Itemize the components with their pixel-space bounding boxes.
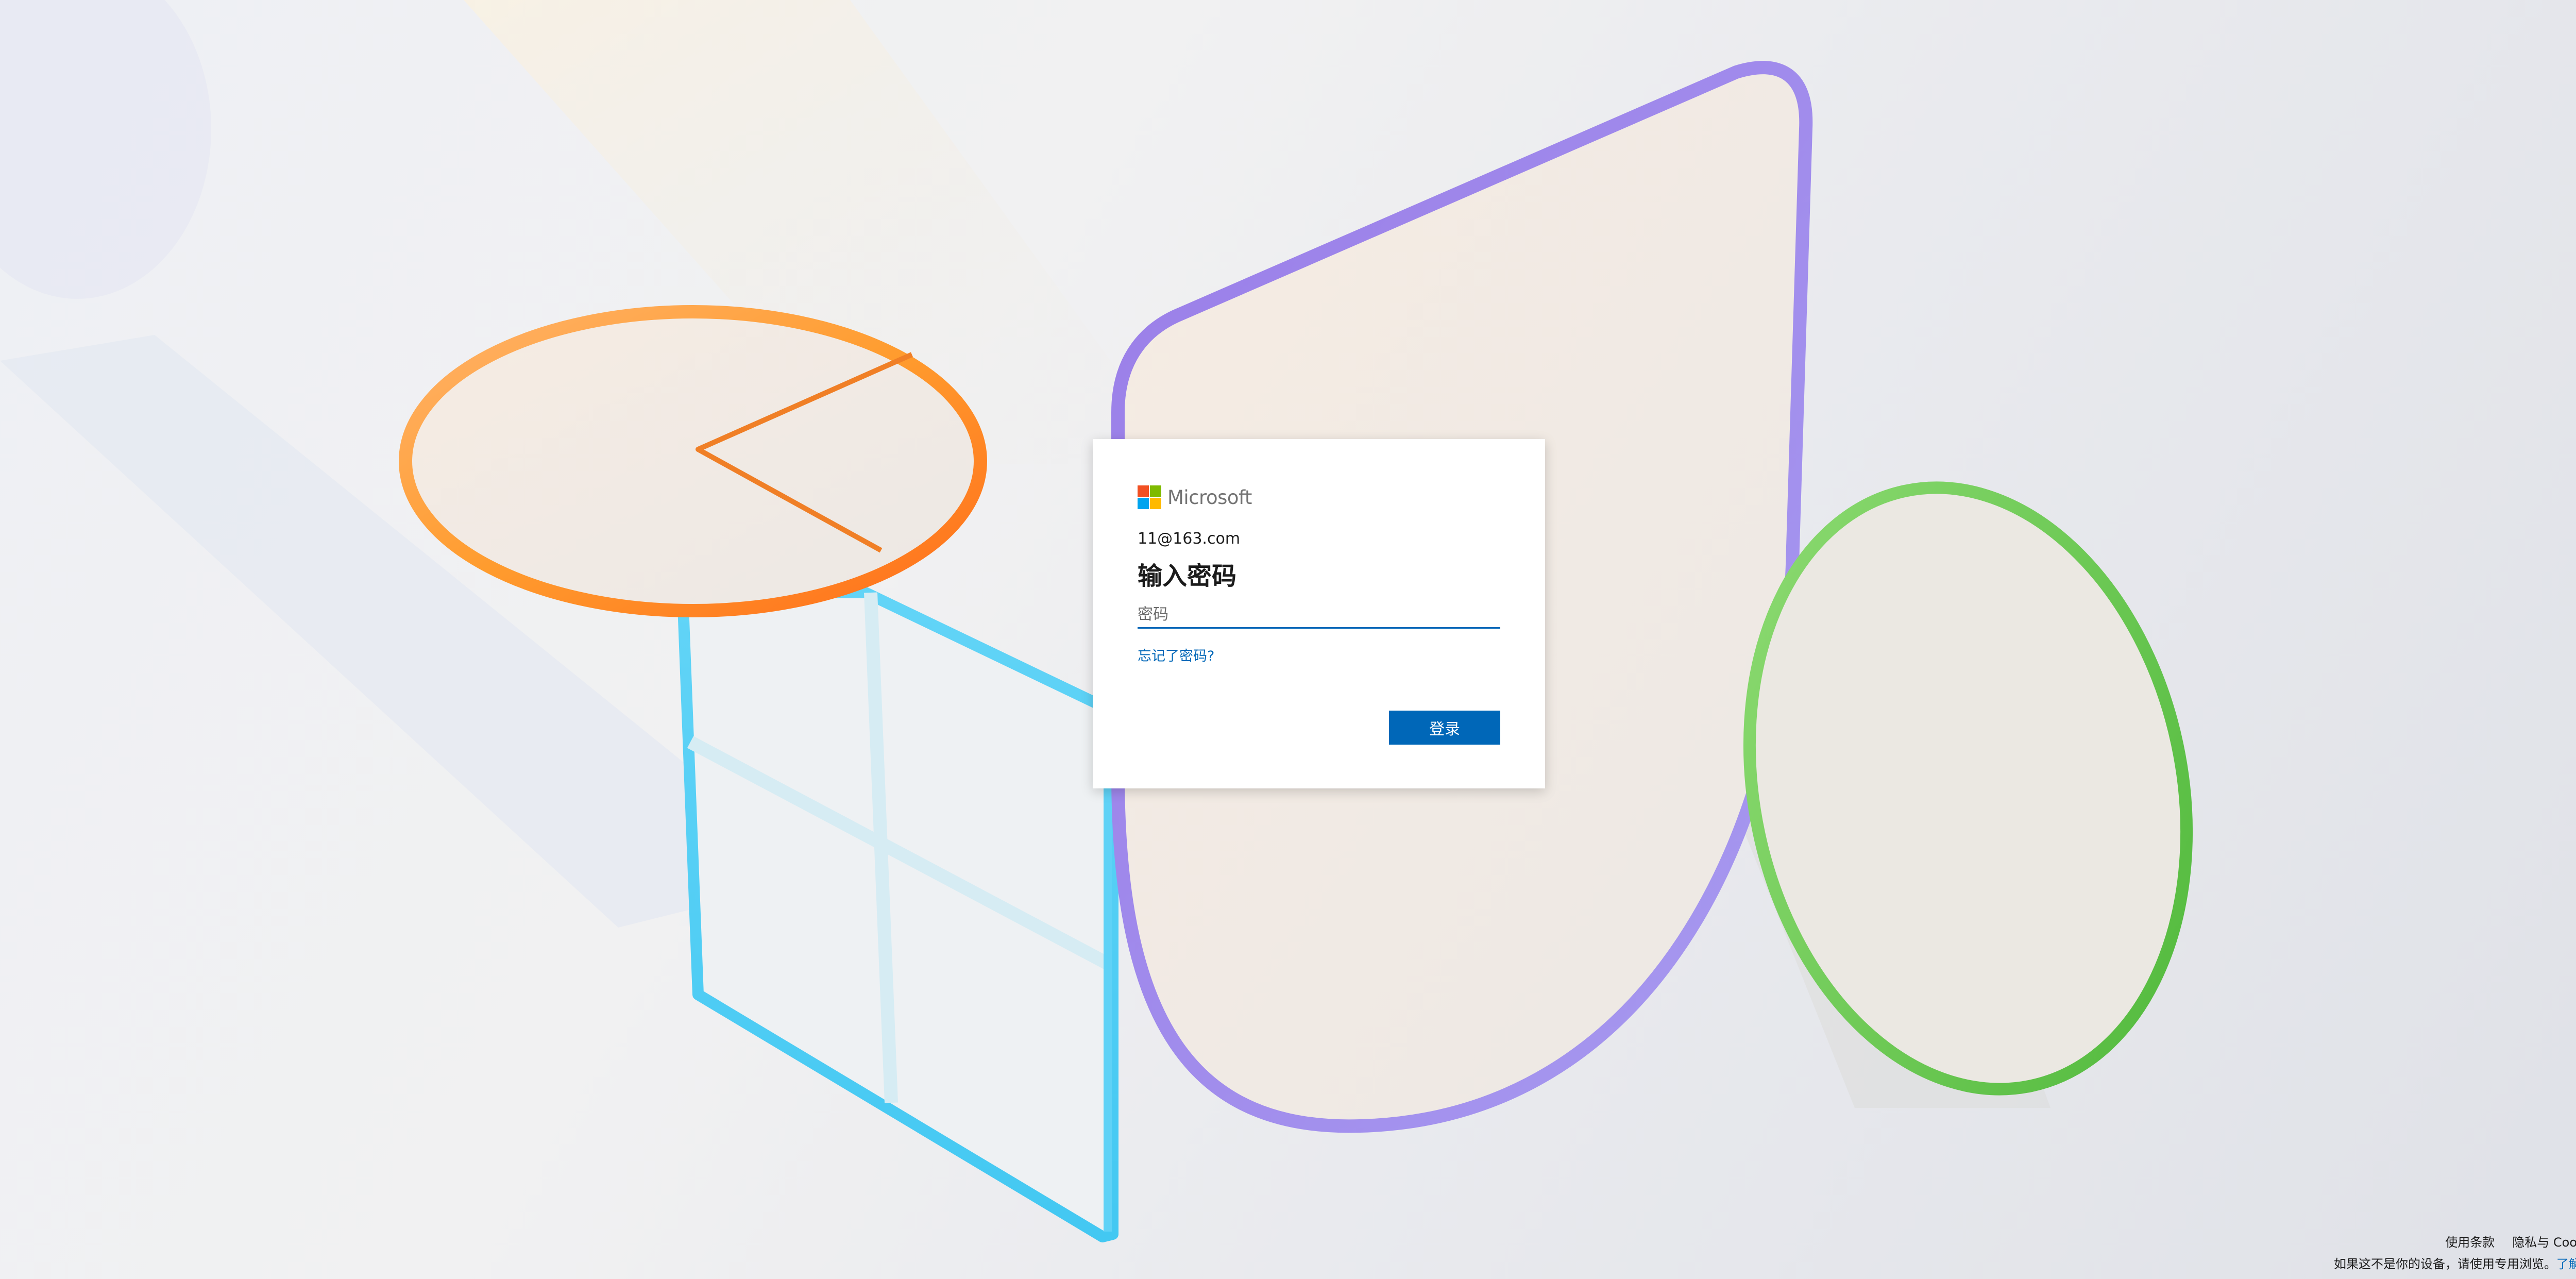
- page-title: 输入密码: [1138, 562, 1237, 591]
- microsoft-logo-icon: [1138, 485, 1161, 509]
- login-card: Microsoft 11@163.com 输入密码 忘记了密码? 登录: [1093, 439, 1545, 788]
- card-actions: 登录: [1389, 711, 1500, 745]
- footer-links: 使用条款 隐私与 Cookie ...: [2334, 1232, 2576, 1253]
- microsoft-logo: Microsoft: [1138, 484, 1500, 510]
- password-field-wrapper: [1138, 602, 1500, 629]
- footer: 使用条款 隐私与 Cookie ... 如果这不是你的设备，请使用专用浏览。了解…: [2334, 1232, 2576, 1275]
- password-input[interactable]: [1138, 602, 1500, 627]
- account-identity[interactable]: 11@163.com: [1138, 529, 1500, 549]
- device-notice-text: 如果这不是你的设备，请使用专用浏览。: [2334, 1257, 2556, 1271]
- learn-more-link[interactable]: 了解详细信息: [2556, 1257, 2576, 1271]
- logo-text: Microsoft: [1167, 486, 1252, 509]
- device-notice: 如果这不是你的设备，请使用专用浏览。了解详细信息: [2334, 1253, 2576, 1275]
- terms-link[interactable]: 使用条款: [2445, 1232, 2495, 1253]
- privacy-link[interactable]: 隐私与 Cookie: [2512, 1232, 2576, 1253]
- forgot-password-link[interactable]: 忘记了密码?: [1138, 646, 1214, 667]
- sign-in-button[interactable]: 登录: [1389, 711, 1500, 745]
